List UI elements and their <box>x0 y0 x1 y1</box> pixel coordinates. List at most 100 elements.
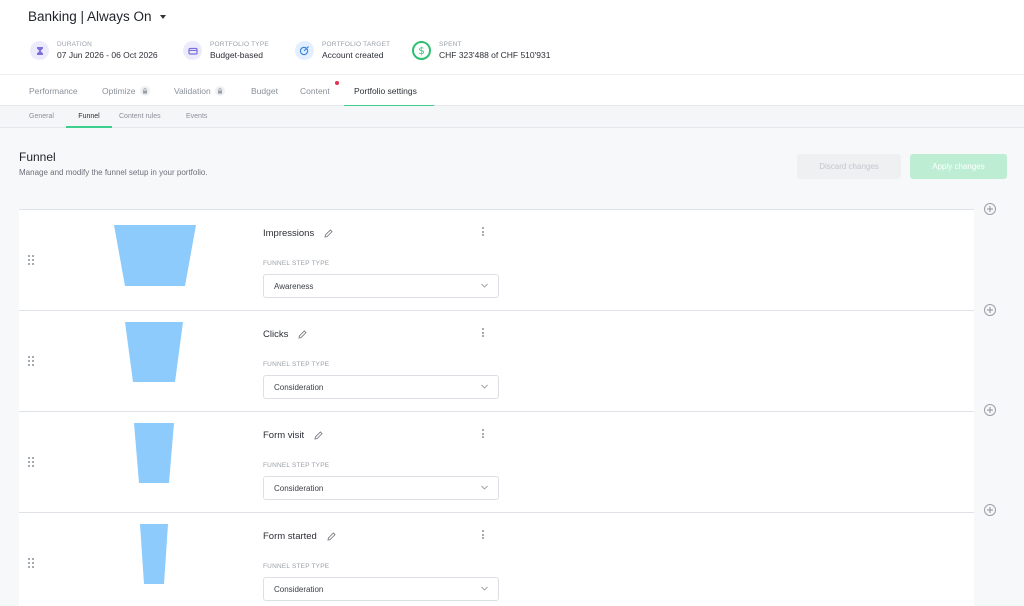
step-name-row: Form visit <box>263 430 323 441</box>
step-name-row: Form started <box>263 531 336 542</box>
subtab-content-rules[interactable]: Content rules <box>119 106 161 127</box>
funnel-step: Form visit FUNNEL STEP TYPE Consideratio… <box>19 411 974 512</box>
subtab-label: Funnel <box>78 113 100 120</box>
step-type-select[interactable]: Consideration <box>263 577 499 601</box>
subtab-general[interactable]: General <box>29 106 54 127</box>
meta-value: Budget-based <box>210 50 263 60</box>
portfolio-selector[interactable]: Banking | Always On <box>28 9 166 24</box>
portfolio-title: Banking | Always On <box>28 9 152 24</box>
step-type-label: FUNNEL STEP TYPE <box>263 361 330 368</box>
tab-label: Validation <box>174 85 211 96</box>
tab-label: Optimize <box>102 85 136 96</box>
meta-portfolio-type: PORTFOLIO TYPE Budget-based <box>183 41 269 60</box>
step-name: Impressions <box>263 228 315 239</box>
chevron-down-icon <box>481 384 488 389</box>
step-type-select[interactable]: Consideration <box>263 476 499 500</box>
funnel-step: Impressions FUNNEL STEP TYPE Awareness <box>19 209 974 310</box>
step-type-value: Awareness <box>274 281 314 291</box>
caret-down-icon <box>159 15 166 19</box>
subtab-funnel[interactable]: Funnel <box>66 106 112 128</box>
pencil-icon[interactable] <box>324 229 333 238</box>
sub-tab-bar: General Funnel Content rules Events <box>0 106 1024 128</box>
step-name-row: Clicks <box>263 329 307 340</box>
pencil-icon[interactable] <box>327 532 336 541</box>
step-name-row: Impressions <box>263 228 333 239</box>
tab-label: Content <box>300 85 330 96</box>
funnel-step: Clicks FUNNEL STEP TYPE Consideration <box>19 310 974 411</box>
subtab-label: Events <box>186 113 208 120</box>
chevron-down-icon <box>481 485 488 490</box>
tab-label: Budget <box>251 85 278 96</box>
tab-optimize[interactable]: Optimize <box>102 75 150 106</box>
more-options-icon[interactable] <box>482 328 484 337</box>
step-type-value: Consideration <box>274 483 324 493</box>
meta-value: 07 Jun 2026 - 06 Oct 2026 <box>57 50 158 60</box>
more-options-icon[interactable] <box>482 429 484 438</box>
funnel-shape <box>134 423 174 483</box>
add-step-icon[interactable] <box>984 504 996 516</box>
add-step-icon[interactable] <box>984 304 996 316</box>
drag-handle-icon[interactable] <box>28 356 34 366</box>
meta-label: DURATION <box>57 41 93 48</box>
funnel-steps-list: Impressions FUNNEL STEP TYPE Awareness C… <box>19 209 974 606</box>
chevron-down-icon <box>481 586 488 591</box>
more-options-icon[interactable] <box>482 227 484 236</box>
target-icon <box>295 41 314 60</box>
tab-budget[interactable]: Budget <box>251 75 278 106</box>
main-content: Funnel Manage and modify the funnel setu… <box>0 128 1024 606</box>
app-header: Banking | Always On DURATION 07 Jun 2026… <box>0 0 1024 74</box>
tab-label: Portfolio settings <box>354 85 417 96</box>
funnel-step: Form started FUNNEL STEP TYPE Considerat… <box>19 512 974 606</box>
pencil-icon[interactable] <box>298 330 307 339</box>
funnel-shape <box>140 524 168 584</box>
meta-label: SPENT <box>439 41 462 48</box>
page-title: Funnel <box>19 150 56 164</box>
chevron-down-icon <box>481 283 488 288</box>
funnel-shape <box>114 225 196 286</box>
step-name: Form started <box>263 531 317 542</box>
step-type-select[interactable]: Consideration <box>263 375 499 399</box>
meta-value: Account created <box>322 50 384 60</box>
tab-bar: Performance Optimize Validation Budget C… <box>0 74 1024 107</box>
funnel-shape <box>125 322 183 382</box>
step-type-value: Consideration <box>274 584 324 594</box>
tab-label: Performance <box>29 85 78 96</box>
hourglass-icon <box>30 41 49 60</box>
subtab-label: Content rules <box>119 113 161 120</box>
svg-text:$: $ <box>418 46 424 56</box>
tab-content[interactable]: Content <box>300 75 339 106</box>
drag-handle-icon[interactable] <box>28 558 34 568</box>
step-name: Form visit <box>263 430 305 441</box>
pencil-icon[interactable] <box>314 431 323 440</box>
step-type-label: FUNNEL STEP TYPE <box>263 462 330 469</box>
meta-duration: DURATION 07 Jun 2026 - 06 Oct 2026 <box>30 41 158 60</box>
step-name: Clicks <box>263 329 289 340</box>
dollar-icon: $ <box>412 41 431 60</box>
add-step-icon[interactable] <box>984 404 996 416</box>
tab-validation[interactable]: Validation <box>174 75 225 106</box>
notification-dot <box>335 81 339 85</box>
lock-icon <box>214 85 225 96</box>
drag-handle-icon[interactable] <box>28 255 34 265</box>
add-step-icon[interactable] <box>984 203 996 215</box>
apply-changes-button[interactable]: Apply changes <box>910 154 1007 179</box>
more-options-icon[interactable] <box>482 530 484 539</box>
discard-changes-button[interactable]: Discard changes <box>797 154 901 179</box>
lock-icon <box>139 85 150 96</box>
wallet-icon <box>183 41 202 60</box>
step-type-value: Consideration <box>274 382 324 392</box>
tab-performance[interactable]: Performance <box>29 75 78 106</box>
meta-label: PORTFOLIO TYPE <box>210 41 269 48</box>
page-subtitle: Manage and modify the funnel setup in yo… <box>19 168 208 177</box>
drag-handle-icon[interactable] <box>28 457 34 467</box>
subtab-events[interactable]: Events <box>186 106 207 127</box>
meta-portfolio-target: PORTFOLIO TARGET Account created <box>295 41 390 60</box>
step-type-label: FUNNEL STEP TYPE <box>263 563 330 570</box>
meta-value: CHF 323'488 of CHF 510'931 <box>439 50 551 60</box>
step-type-label: FUNNEL STEP TYPE <box>263 260 330 267</box>
step-type-select[interactable]: Awareness <box>263 274 499 298</box>
meta-spent: $ SPENT CHF 323'488 of CHF 510'931 <box>412 41 550 60</box>
tab-portfolio-settings[interactable]: Portfolio settings <box>344 75 434 107</box>
subtab-label: General <box>29 113 54 120</box>
meta-label: PORTFOLIO TARGET <box>322 41 391 48</box>
